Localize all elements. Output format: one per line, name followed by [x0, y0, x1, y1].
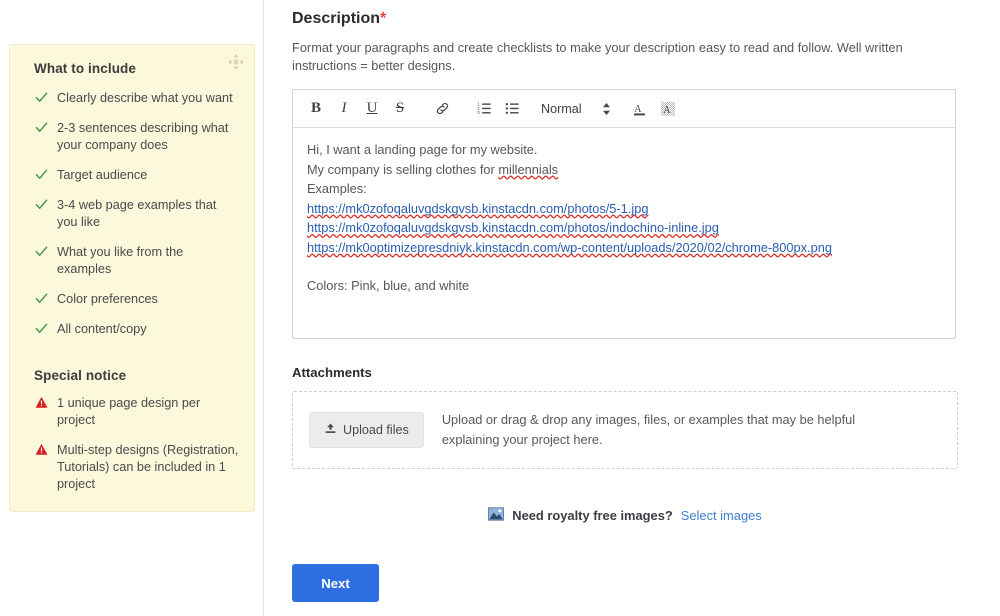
notice-panel-title: Special notice	[34, 368, 240, 383]
page-root: What to include Clearly describe what yo…	[0, 0, 1000, 616]
italic-button[interactable]: I	[331, 96, 357, 122]
bold-button[interactable]: B	[303, 96, 329, 122]
misspelled-word: millennials	[498, 162, 558, 177]
editor-link-line: https://mk0zofoqaluvgdskgvsb.kinstacdn.c…	[307, 199, 941, 219]
ordered-list-icon[interactable]: 1 2 3	[471, 96, 497, 122]
upload-files-label: Upload files	[343, 423, 409, 437]
list-item: All content/copy	[24, 321, 240, 338]
list-item-label: 2-3 sentences describing what your compa…	[57, 120, 240, 154]
editor-line: Colors: Pink, blue, and white	[307, 276, 941, 296]
underline-button[interactable]: U	[359, 96, 385, 122]
svg-text:A: A	[663, 105, 671, 116]
royalty-free-images-row: Need royalty free images? Select images	[292, 507, 958, 524]
list-item: Multi-step designs (Registration, Tutori…	[24, 442, 240, 493]
list-item: Target audience	[24, 167, 240, 184]
editor-toolbar: B I U S	[293, 90, 955, 128]
main-content: Description* Format your paragraphs and …	[264, 0, 1000, 616]
check-icon	[34, 244, 48, 260]
sidebar: What to include Clearly describe what yo…	[0, 0, 264, 616]
list-item-label: Color preferences	[57, 291, 158, 308]
dropzone-instructions: Upload or drag & drop any images, files,…	[442, 410, 912, 450]
svg-text:A: A	[634, 104, 642, 115]
editor-line: Hi, I want a landing page for my website…	[307, 140, 941, 160]
page-title: Description*	[292, 8, 984, 30]
format-select[interactable]: Normal	[541, 102, 611, 116]
tips-card: What to include Clearly describe what yo…	[9, 44, 255, 512]
warning-icon	[34, 395, 48, 411]
format-select-value: Normal	[541, 102, 582, 116]
list-item-label: Multi-step designs (Registration, Tutori…	[57, 442, 240, 493]
include-list: Clearly describe what you want 2-3 sente…	[24, 90, 240, 338]
link-icon[interactable]	[429, 96, 455, 122]
page-title-text: Description	[292, 10, 380, 27]
required-marker: *	[380, 10, 386, 27]
editor-link-line: https://mk0zofoqaluvgdskgvsb.kinstacdn.c…	[307, 218, 941, 238]
editor-line: Examples:	[307, 179, 941, 199]
check-icon	[34, 291, 48, 307]
list-item: What you like from the examples	[24, 244, 240, 278]
list-item: Color preferences	[24, 291, 240, 308]
check-icon	[34, 321, 48, 337]
list-item-label: Clearly describe what you want	[57, 90, 233, 107]
check-icon	[34, 197, 48, 213]
editor-line-prefix: My company is selling clothes for	[307, 162, 498, 177]
list-item-label: All content/copy	[57, 321, 147, 338]
include-panel-title: What to include	[34, 61, 240, 76]
up-down-stepper-icon[interactable]	[602, 102, 611, 116]
description-editor: B I U S	[292, 89, 956, 339]
list-item: 1 unique page design per project	[24, 395, 240, 429]
select-images-link[interactable]: Select images	[681, 508, 762, 523]
list-item-label: What you like from the examples	[57, 244, 240, 278]
notice-list: 1 unique page design per project Multi-s…	[24, 395, 240, 493]
strikethrough-button[interactable]: S	[387, 96, 413, 122]
next-button[interactable]: Next	[292, 564, 379, 602]
upload-icon	[324, 422, 337, 438]
list-item-label: 3-4 web page examples that you like	[57, 197, 240, 231]
highlight-color-icon[interactable]: A	[655, 96, 681, 122]
list-item-label: 1 unique page design per project	[57, 395, 240, 429]
example-link[interactable]: https://mk0zofoqaluvgdskgvsb.kinstacdn.c…	[307, 220, 719, 235]
warning-icon	[34, 442, 48, 458]
text-color-icon[interactable]: A	[627, 96, 653, 122]
image-icon	[488, 507, 504, 524]
description-textarea[interactable]: Hi, I want a landing page for my website…	[293, 128, 955, 338]
royalty-question: Need royalty free images?	[512, 508, 673, 523]
list-item-label: Target audience	[57, 167, 147, 184]
editor-line: My company is selling clothes for millen…	[307, 160, 941, 180]
bullet-list-icon[interactable]	[499, 96, 525, 122]
list-item: 3-4 web page examples that you like	[24, 197, 240, 231]
list-item: 2-3 sentences describing what your compa…	[24, 120, 240, 154]
example-link[interactable]: https://mk0optimizepresdniyk.kinstacdn.c…	[307, 240, 832, 255]
svg-text:3: 3	[477, 110, 480, 115]
upload-files-button[interactable]: Upload files	[309, 412, 424, 448]
attachments-dropzone[interactable]: Upload files Upload or drag & drop any i…	[292, 391, 958, 469]
example-link[interactable]: https://mk0zofoqaluvgdskgvsb.kinstacdn.c…	[307, 201, 648, 216]
editor-blank-line	[307, 257, 941, 276]
attachments-title: Attachments	[292, 365, 984, 380]
description-help-text: Format your paragraphs and create checkl…	[292, 39, 932, 75]
list-item: Clearly describe what you want	[24, 90, 240, 107]
check-icon	[34, 90, 48, 106]
check-icon	[34, 167, 48, 183]
check-icon	[34, 120, 48, 136]
editor-link-line: https://mk0optimizepresdniyk.kinstacdn.c…	[307, 238, 941, 258]
move-handle-icon[interactable]	[227, 53, 245, 71]
